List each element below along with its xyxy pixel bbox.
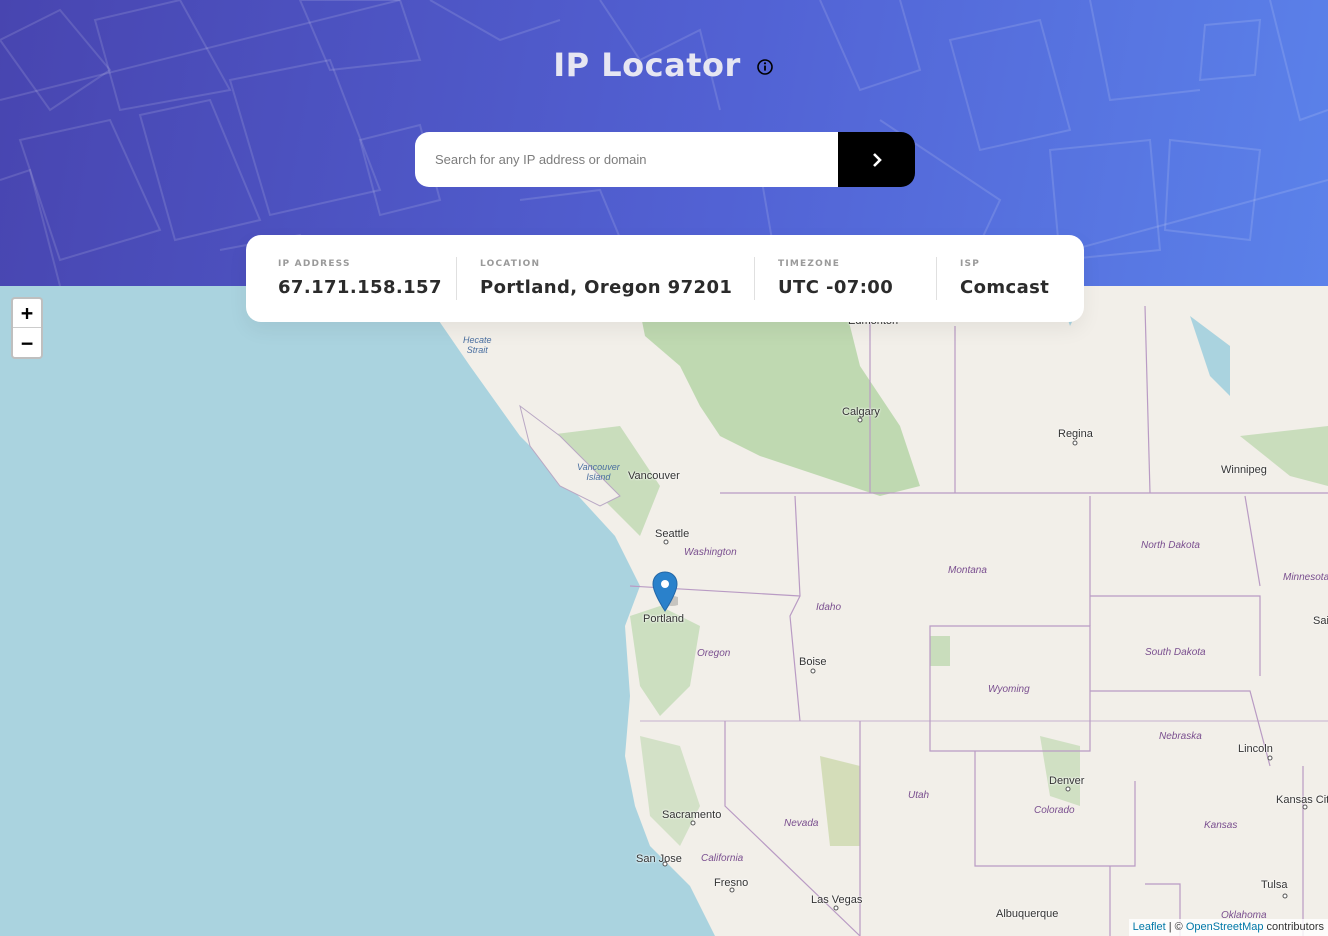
stat-label: IP ADDRESS (278, 259, 351, 269)
title-row: IP Locator (0, 42, 1328, 88)
page-title: IP Locator (553, 46, 741, 84)
chevron-right-icon (872, 152, 882, 167)
location-pin-icon[interactable] (652, 571, 678, 613)
ip-info-card: IP ADDRESS 67.171.158.157 LOCATION Portl… (246, 235, 1084, 322)
zoom-out-button[interactable]: − (13, 328, 41, 357)
search-form (415, 132, 915, 187)
stat-isp: ISP Comcast (937, 257, 1049, 301)
stat-location: LOCATION Portland, Oregon 97201 (457, 257, 754, 301)
leaflet-link[interactable]: Leaflet (1133, 921, 1166, 933)
attribution-separator: | © (1165, 921, 1186, 933)
stat-label: TIMEZONE (778, 259, 841, 269)
stat-timezone: TIMEZONE UTC -07:00 (755, 257, 936, 301)
search-submit-button[interactable] (838, 132, 915, 187)
search-input[interactable] (415, 132, 838, 187)
zoom-control: + − (11, 297, 43, 359)
stat-value: UTC -07:00 (778, 277, 894, 298)
stat-label: LOCATION (480, 259, 541, 269)
info-icon[interactable] (755, 57, 775, 77)
stat-label: ISP (960, 259, 981, 269)
map-attribution: Leaflet | © OpenStreetMap contributors (1128, 919, 1328, 936)
stat-value: 67.171.158.157 (278, 277, 442, 298)
stat-ip-address: IP ADDRESS 67.171.158.157 (278, 257, 456, 301)
stat-value: Comcast (960, 277, 1050, 298)
stat-value: Portland, Oregon 97201 (480, 277, 733, 298)
zoom-in-button[interactable]: + (13, 299, 41, 328)
attribution-suffix: contributors (1263, 921, 1324, 933)
openstreetmap-link[interactable]: OpenStreetMap (1186, 921, 1264, 933)
